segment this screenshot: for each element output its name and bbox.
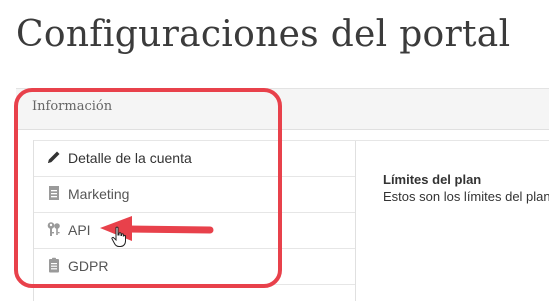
menu-item-account-details[interactable]: Detalle de la cuenta <box>34 140 355 175</box>
pencil-icon <box>48 151 60 163</box>
clipboard-icon <box>49 257 59 273</box>
menu-item-label: Detalle de la cuenta <box>68 150 192 166</box>
content-panel: Límites del plan Estos son los límites d… <box>355 140 549 302</box>
menu-item-label: GDPR <box>68 258 109 274</box>
plan-limits-title: Límites del plan <box>383 172 482 187</box>
menu-item-marketing[interactable]: Marketing <box>34 176 355 211</box>
panel-header-title: Información <box>32 99 113 114</box>
keys-icon <box>47 222 60 236</box>
document-icon <box>49 186 59 200</box>
settings-menu: Detalle de la cuenta Marketing API GDPR <box>33 140 356 302</box>
menu-item-label: API <box>68 222 91 238</box>
plan-limits-subtitle: Estos son los límites del plan <box>383 189 549 204</box>
panel-header: Información <box>16 89 549 130</box>
menu-item-label: Marketing <box>68 186 130 202</box>
menu-item-api[interactable]: API <box>34 212 355 247</box>
menu-item-partial[interactable] <box>34 284 355 302</box>
menu-item-gdpr[interactable]: GDPR <box>34 248 355 283</box>
page-title: Configuraciones del portal <box>16 14 511 55</box>
